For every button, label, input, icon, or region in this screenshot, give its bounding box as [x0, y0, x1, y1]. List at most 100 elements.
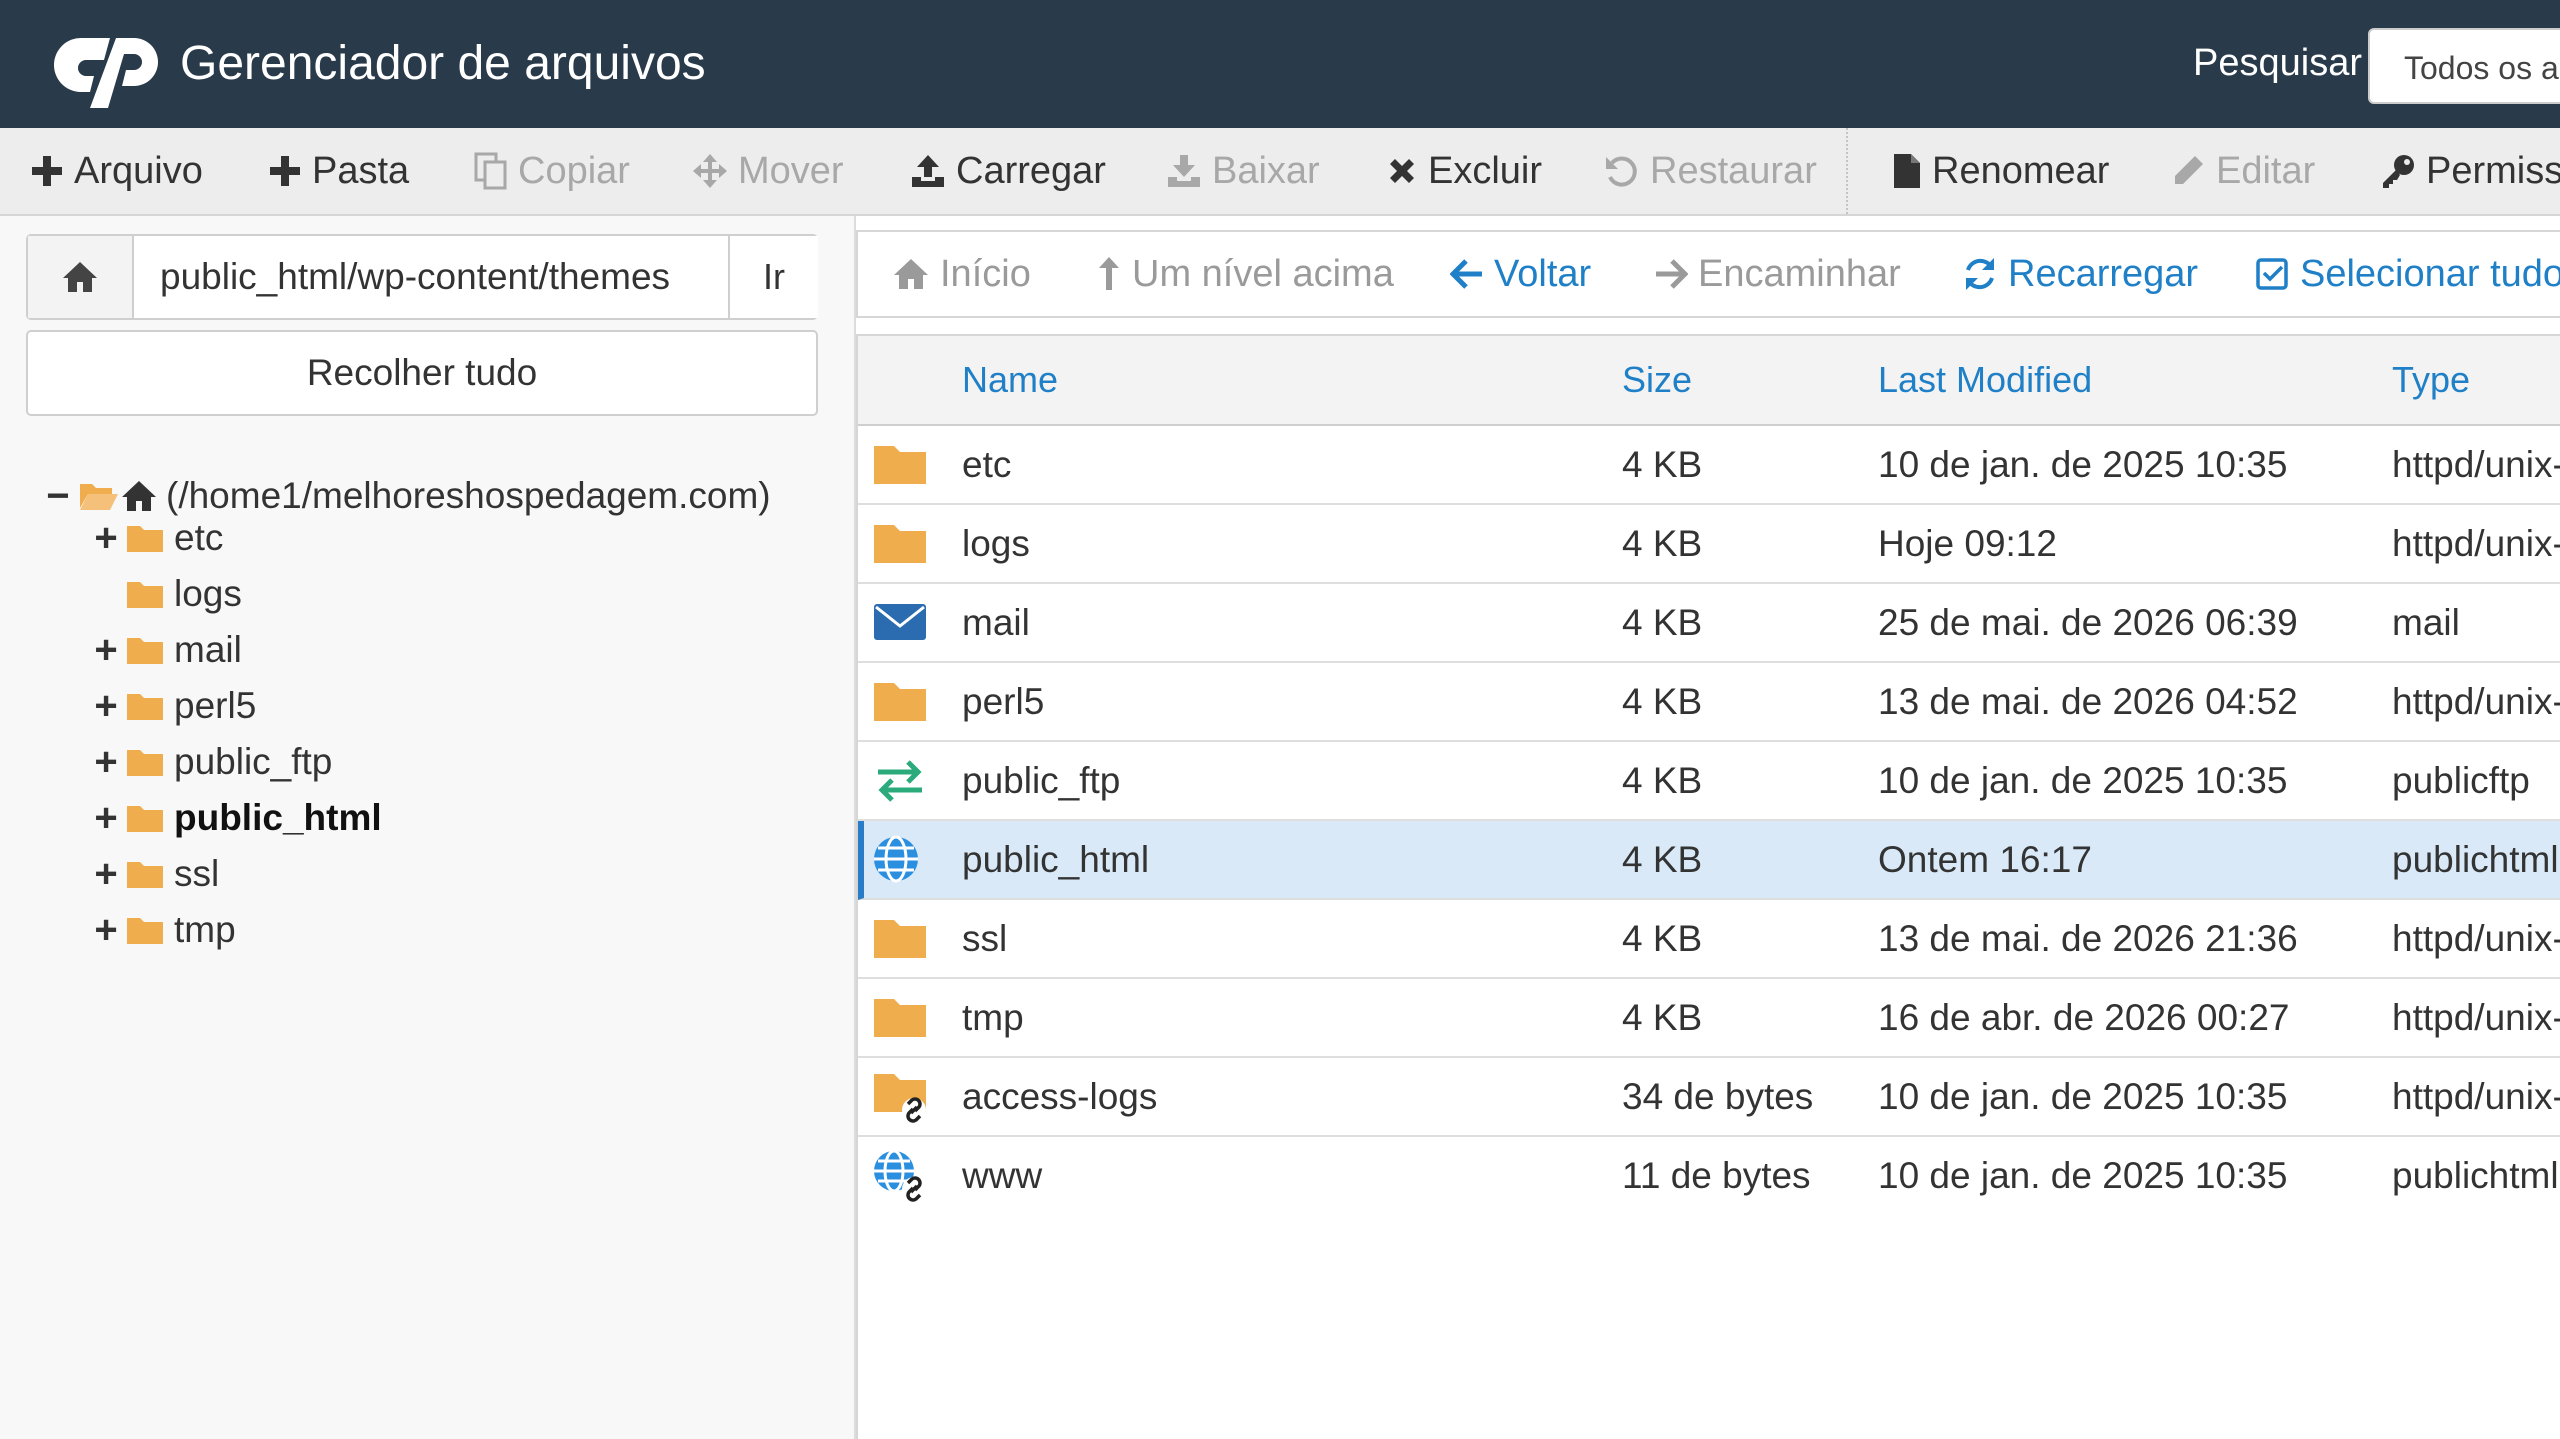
select-all-label: Selecionar tudo — [2300, 252, 2560, 295]
tree-label: public_html — [174, 797, 382, 838]
move-label: Mover — [738, 149, 844, 192]
tree-expand-toggle[interactable]: + — [92, 796, 120, 841]
table-row[interactable]: logs 4 KB Hoje 09:12 httpd/unix- — [858, 505, 2560, 584]
tree-label: tmp — [174, 909, 236, 950]
tree-item-ssl[interactable]: + ssl — [92, 848, 219, 900]
tree-label: (/home1/melhoreshospedagem.com) — [166, 475, 771, 516]
search-scope-select[interactable]: Todos os ar — [2368, 28, 2560, 104]
file-name: perl5 — [962, 680, 1045, 722]
table-row[interactable]: ssl 4 KB 13 de mai. de 2026 21:36 httpd/… — [858, 900, 2560, 979]
folder-open-icon — [80, 484, 118, 510]
directory-sidebar: Ir Recolher tudo − (/home1/melhoreshospe… — [0, 216, 856, 1439]
folder-icon — [874, 683, 926, 721]
tree-expand-toggle[interactable]: + — [92, 628, 120, 673]
move-icon — [693, 154, 727, 188]
top-header: Gerenciador de arquivos Pesquisar Todos … — [0, 0, 2560, 128]
tree-item-logs[interactable]: logs — [92, 568, 242, 620]
table-row[interactable]: etc 4 KB 10 de jan. de 2025 10:35 httpd/… — [858, 426, 2560, 505]
rename-button[interactable]: Renomear — [1892, 128, 2109, 214]
tree-expand-toggle[interactable]: + — [92, 852, 120, 897]
file-modified: 10 de jan. de 2025 10:35 — [1878, 759, 2288, 801]
tree-item-etc[interactable]: + etc — [92, 512, 223, 564]
path-input[interactable] — [134, 236, 754, 318]
app-title: Gerenciador de arquivos — [180, 37, 706, 90]
file-size: 4 KB — [1622, 996, 1703, 1038]
delete-button[interactable]: Excluir — [1386, 128, 1542, 214]
path-home-button[interactable] — [28, 236, 134, 318]
file-modified: 13 de mai. de 2026 21:36 — [1878, 917, 2298, 959]
upload-button[interactable]: Carregar — [910, 128, 1106, 214]
tree-item-public-ftp[interactable]: + public_ftp — [92, 736, 332, 788]
tree-label: ssl — [174, 853, 220, 894]
up-one-level-button[interactable]: Um nível acima — [1096, 232, 1394, 316]
folder-icon — [127, 638, 163, 664]
permissions-button[interactable]: Permiss — [2380, 128, 2560, 214]
tree-item-public-html[interactable]: + public_html — [92, 792, 382, 844]
table-row[interactable]: perl5 4 KB 13 de mai. de 2026 04:52 http… — [858, 663, 2560, 742]
forward-button[interactable]: Encaminhar — [1654, 232, 1901, 316]
table-row[interactable]: public_ftp 4 KB 10 de jan. de 2025 10:35… — [858, 742, 2560, 821]
folder-icon — [127, 526, 163, 552]
column-header-name[interactable]: Name — [962, 336, 1058, 424]
tree-expand-toggle[interactable]: + — [92, 740, 120, 785]
table-row[interactable]: tmp 4 KB 16 de abr. de 2026 00:27 httpd/… — [858, 979, 2560, 1058]
pencil-icon — [2175, 156, 2203, 184]
download-label: Baixar — [1212, 149, 1320, 192]
table-header: Name Size Last Modified Type — [858, 334, 2560, 426]
download-button[interactable]: Baixar — [1166, 128, 1320, 214]
restore-label: Restaurar — [1650, 149, 1817, 192]
file-name: ssl — [962, 917, 1008, 959]
folder-icon — [874, 920, 926, 958]
tree-label: etc — [174, 517, 224, 558]
tree-expand-toggle[interactable]: + — [92, 908, 120, 953]
tree-expand-toggle[interactable]: + — [92, 684, 120, 729]
reload-button[interactable]: Recarregar — [1962, 232, 2198, 316]
home-nav-button[interactable]: Início — [892, 232, 1031, 316]
cpanel-logo — [53, 37, 158, 108]
file-modified: 16 de abr. de 2026 00:27 — [1878, 996, 2290, 1038]
reload-label: Recarregar — [2008, 252, 2199, 295]
edit-button[interactable]: Editar — [2170, 128, 2315, 214]
file-type: httpd/unix- — [2392, 443, 2560, 485]
column-header-size[interactable]: Size — [1622, 336, 1692, 424]
folder-icon — [127, 582, 163, 608]
column-header-last-modified[interactable]: Last Modified — [1878, 336, 2092, 424]
move-button[interactable]: Mover — [692, 128, 844, 214]
path-go-button[interactable]: Ir — [728, 236, 818, 318]
tree-item-tmp[interactable]: + tmp — [92, 904, 236, 956]
file-type: publichtml — [2392, 838, 2559, 880]
back-label: Voltar — [1494, 252, 1592, 295]
tree-item-perl5[interactable]: + perl5 — [92, 680, 256, 732]
file-name: public_html — [962, 838, 1150, 880]
table-row[interactable]: mail 4 KB 25 de mai. de 2026 06:39 mail — [858, 584, 2560, 663]
file-size: 11 de bytes — [1622, 1154, 1811, 1196]
select-all-button[interactable]: Selecionar tudo — [2256, 232, 2560, 316]
file-type: httpd/unix- — [2392, 680, 2560, 722]
new-file-button[interactable]: Arquivo — [30, 128, 203, 214]
collapse-all-button[interactable]: Recolher tudo — [26, 330, 818, 416]
home-nav-label: Início — [940, 252, 1031, 295]
folder-icon — [874, 999, 926, 1037]
column-header-type[interactable]: Type — [2392, 336, 2470, 424]
tree-collapse-toggle[interactable]: − — [44, 474, 72, 519]
tree-item-mail[interactable]: + mail — [92, 624, 242, 676]
table-row-selected[interactable]: public_html 4 KB Ontem 16:17 publichtml — [858, 821, 2560, 900]
tree-label: public_ftp — [174, 741, 333, 782]
folder-icon — [127, 694, 163, 720]
undo-icon — [1606, 156, 1637, 187]
path-bar: Ir — [26, 234, 818, 320]
folder-icon — [127, 806, 163, 832]
file-name: tmp — [962, 996, 1024, 1038]
table-row[interactable]: access-logs 34 de bytes 10 de jan. de 20… — [858, 1058, 2560, 1137]
upload-icon — [912, 155, 944, 187]
back-button[interactable]: Voltar — [1450, 232, 1591, 316]
transfer-icon — [878, 760, 922, 802]
file-name: www — [962, 1154, 1043, 1196]
table-row[interactable]: www 11 de bytes 10 de jan. de 2025 10:35… — [858, 1137, 2560, 1216]
arrow-right-icon — [1656, 259, 1688, 289]
restore-button[interactable]: Restaurar — [1604, 128, 1817, 214]
file-name: logs — [962, 522, 1030, 564]
new-folder-button[interactable]: Pasta — [268, 128, 409, 214]
copy-button[interactable]: Copiar — [474, 128, 630, 214]
tree-expand-toggle[interactable]: + — [92, 516, 120, 561]
